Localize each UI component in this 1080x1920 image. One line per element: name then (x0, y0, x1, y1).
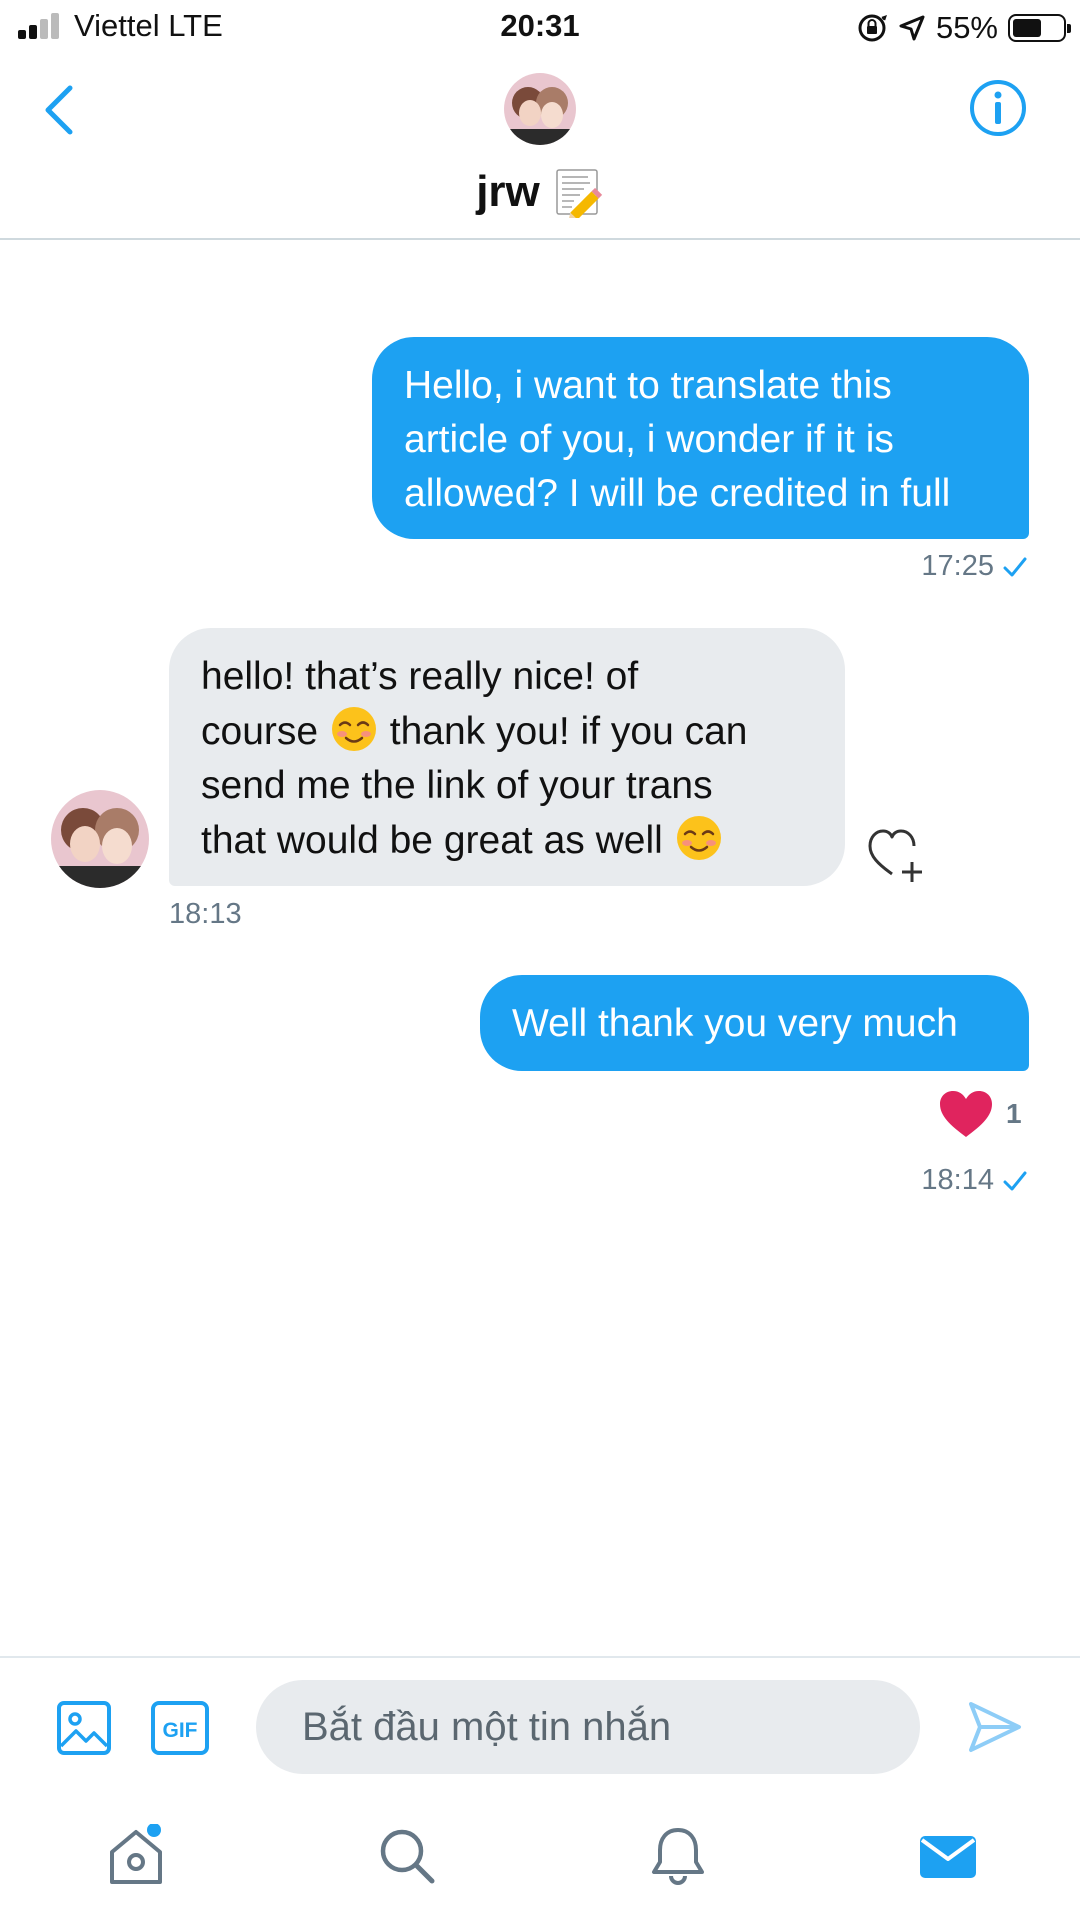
message-bubble-outgoing[interactable]: Well thank you very much (480, 975, 1029, 1071)
status-bar: Viettel LTE 20:31 55% (0, 0, 1080, 58)
avatar[interactable] (51, 790, 149, 888)
message-line: send me the link of your trans (201, 764, 713, 807)
send-icon[interactable] (966, 1698, 1024, 1756)
info-icon[interactable] (968, 78, 1028, 138)
status-right: 55% (856, 8, 1071, 48)
image-icon[interactable] (56, 1700, 112, 1756)
search-icon[interactable] (375, 1824, 439, 1888)
reaction-count: 1 (1006, 1098, 1022, 1129)
message-meta: 17:25 (921, 550, 1028, 583)
message-time: 18:14 (921, 1164, 994, 1196)
rotation-lock-icon (858, 14, 887, 42)
message-bubble-incoming[interactable]: hello! that’s really nice! of course tha… (169, 628, 845, 886)
gif-button[interactable]: GIF (150, 1700, 210, 1756)
message-line: hello! that’s really nice! of (201, 655, 639, 698)
message-bubble-outgoing[interactable]: Hello, i want to translate this article … (372, 337, 1029, 539)
contact-name: jrw (476, 167, 540, 216)
message-line: course thank you! if you can (201, 704, 813, 759)
message-meta: 18:14 (921, 1164, 1028, 1197)
gif-label: GIF (163, 1719, 198, 1742)
smiling-face-icon (331, 707, 376, 751)
conversation-header: jrw (0, 58, 1080, 240)
heart-icon (940, 1091, 992, 1137)
message-line: allowed? I will be credited in full (404, 472, 951, 515)
bell-icon[interactable] (646, 1824, 710, 1888)
message-input[interactable] (256, 1680, 920, 1774)
message-meta: 18:13 (169, 898, 242, 931)
message-line: Hello, i want to translate this (404, 364, 892, 407)
add-reaction-icon[interactable] (866, 826, 930, 884)
home-icon[interactable] (104, 1824, 168, 1888)
reaction[interactable]: 1 (938, 1089, 1022, 1139)
message-composer: GIF (0, 1656, 1080, 1778)
checkmark-icon (1003, 1171, 1027, 1190)
checkmark-icon (1003, 557, 1027, 576)
chevron-left-icon[interactable] (36, 80, 84, 140)
message-line: Well thank you very much (512, 1002, 958, 1045)
smiling-face-icon (676, 816, 721, 860)
message-line: article of you, i wonder if it is (404, 418, 894, 461)
memo-icon (556, 169, 602, 218)
tab-bar (0, 1780, 1080, 1920)
battery-percent: 55% (935, 10, 998, 45)
battery-icon (1008, 14, 1071, 42)
avatar[interactable] (504, 73, 576, 145)
location-icon (899, 15, 925, 41)
mail-icon[interactable] (916, 1824, 980, 1888)
message-time: 18:13 (169, 898, 242, 930)
message-line: that would be great as well (201, 813, 813, 868)
message-time: 17:25 (921, 550, 994, 582)
conversation-title[interactable]: jrw (0, 166, 1080, 218)
